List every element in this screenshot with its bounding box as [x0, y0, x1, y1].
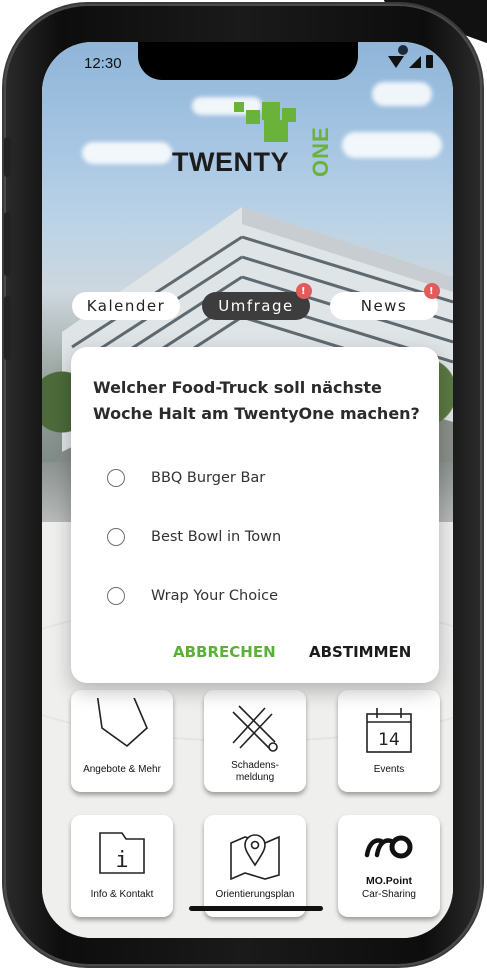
tile-schadensmeldung[interactable]: Schadens- meldung [204, 690, 306, 792]
radio-button[interactable] [107, 528, 125, 546]
mo-point-logo-icon [338, 831, 440, 861]
status-icons [388, 55, 433, 68]
tile-label: Events [373, 764, 405, 775]
poll-option[interactable]: Best Bowl in Town [107, 525, 281, 549]
poll-option-label: Best Bowl in Town [151, 529, 282, 545]
radio-button[interactable] [107, 587, 125, 605]
status-time: 12:30 [84, 55, 122, 72]
tab-label: News [360, 297, 408, 315]
tab-label: Kalender [86, 297, 166, 315]
status-bar: 12:30 [42, 42, 453, 82]
tools-icon [204, 698, 306, 753]
phone-frame: TWENTY ONE 12:30 Kalender Umfrage ! News… [4, 4, 482, 966]
tag-icon [71, 698, 173, 753]
tab-label: Umfrage [218, 297, 294, 315]
cloud [372, 82, 432, 106]
poll-option[interactable]: BBQ Burger Bar [107, 466, 265, 490]
notification-badge: ! [424, 283, 440, 299]
calendar-icon: 14 [338, 698, 440, 758]
tile-label: Angebote & Mehr [83, 764, 161, 775]
tile-orientierungsplan[interactable]: Orientierungsplan [204, 815, 306, 917]
tile-car-sharing[interactable]: MO.Point Car-Sharing [338, 815, 440, 917]
mo-point-brand: MO.Point [365, 875, 413, 887]
cloud [342, 132, 442, 158]
tab-bar: Kalender Umfrage ! News ! [66, 283, 446, 322]
logo-accent-text: ONE [308, 126, 333, 177]
tile-label: Info & Kontakt [90, 889, 154, 900]
signal-icon [409, 55, 421, 68]
notification-badge: ! [296, 283, 312, 299]
tile-info-kontakt[interactable]: i Info & Kontakt [71, 815, 173, 917]
tile-angebote[interactable]: Angebote & Mehr [71, 690, 173, 792]
tile-label: Schadens- meldung [231, 760, 279, 783]
tile-label: Car-Sharing [362, 889, 416, 900]
cloud [82, 142, 172, 164]
radio-button[interactable] [107, 469, 125, 487]
info-folder-icon: i [71, 829, 173, 877]
battery-icon [426, 55, 433, 68]
cancel-button[interactable]: ABBRECHEN [173, 643, 276, 661]
camera-icon [398, 45, 408, 55]
phone-screen: TWENTY ONE 12:30 Kalender Umfrage ! News… [42, 42, 453, 938]
poll-question: Welcher Food-Truck soll nächste Woche Ha… [93, 378, 420, 423]
logo-squares [234, 102, 304, 142]
info-glyph: i [115, 848, 128, 873]
tab-news[interactable]: News ! [330, 283, 440, 320]
tab-umfrage[interactable]: Umfrage ! [202, 283, 312, 320]
calendar-day: 14 [378, 730, 400, 750]
poll-option[interactable]: Wrap Your Choice [107, 584, 278, 608]
poll-dialog: Welcher Food-Truck soll nächste Woche Ha… [71, 347, 439, 683]
volume-up-button [4, 212, 11, 276]
wifi-icon [388, 55, 404, 68]
map-pin-icon [204, 825, 306, 880]
tile-events[interactable]: 14 Events [338, 690, 440, 792]
poll-option-label: BBQ Burger Bar [151, 470, 266, 486]
vote-button[interactable]: ABSTIMMEN [309, 643, 411, 661]
notch [138, 42, 408, 80]
tile-label: Orientierungsplan [215, 889, 295, 900]
mute-switch [4, 137, 11, 177]
tab-kalender[interactable]: Kalender [72, 292, 180, 320]
poll-option-label: Wrap Your Choice [151, 588, 279, 604]
logo-text: TWENTY [172, 147, 289, 177]
twentyone-logo: TWENTY ONE [172, 102, 333, 182]
home-indicator[interactable] [189, 906, 323, 911]
stage: TWENTY ONE 12:30 Kalender Umfrage ! News… [0, 0, 487, 971]
volume-down-button [4, 296, 11, 360]
